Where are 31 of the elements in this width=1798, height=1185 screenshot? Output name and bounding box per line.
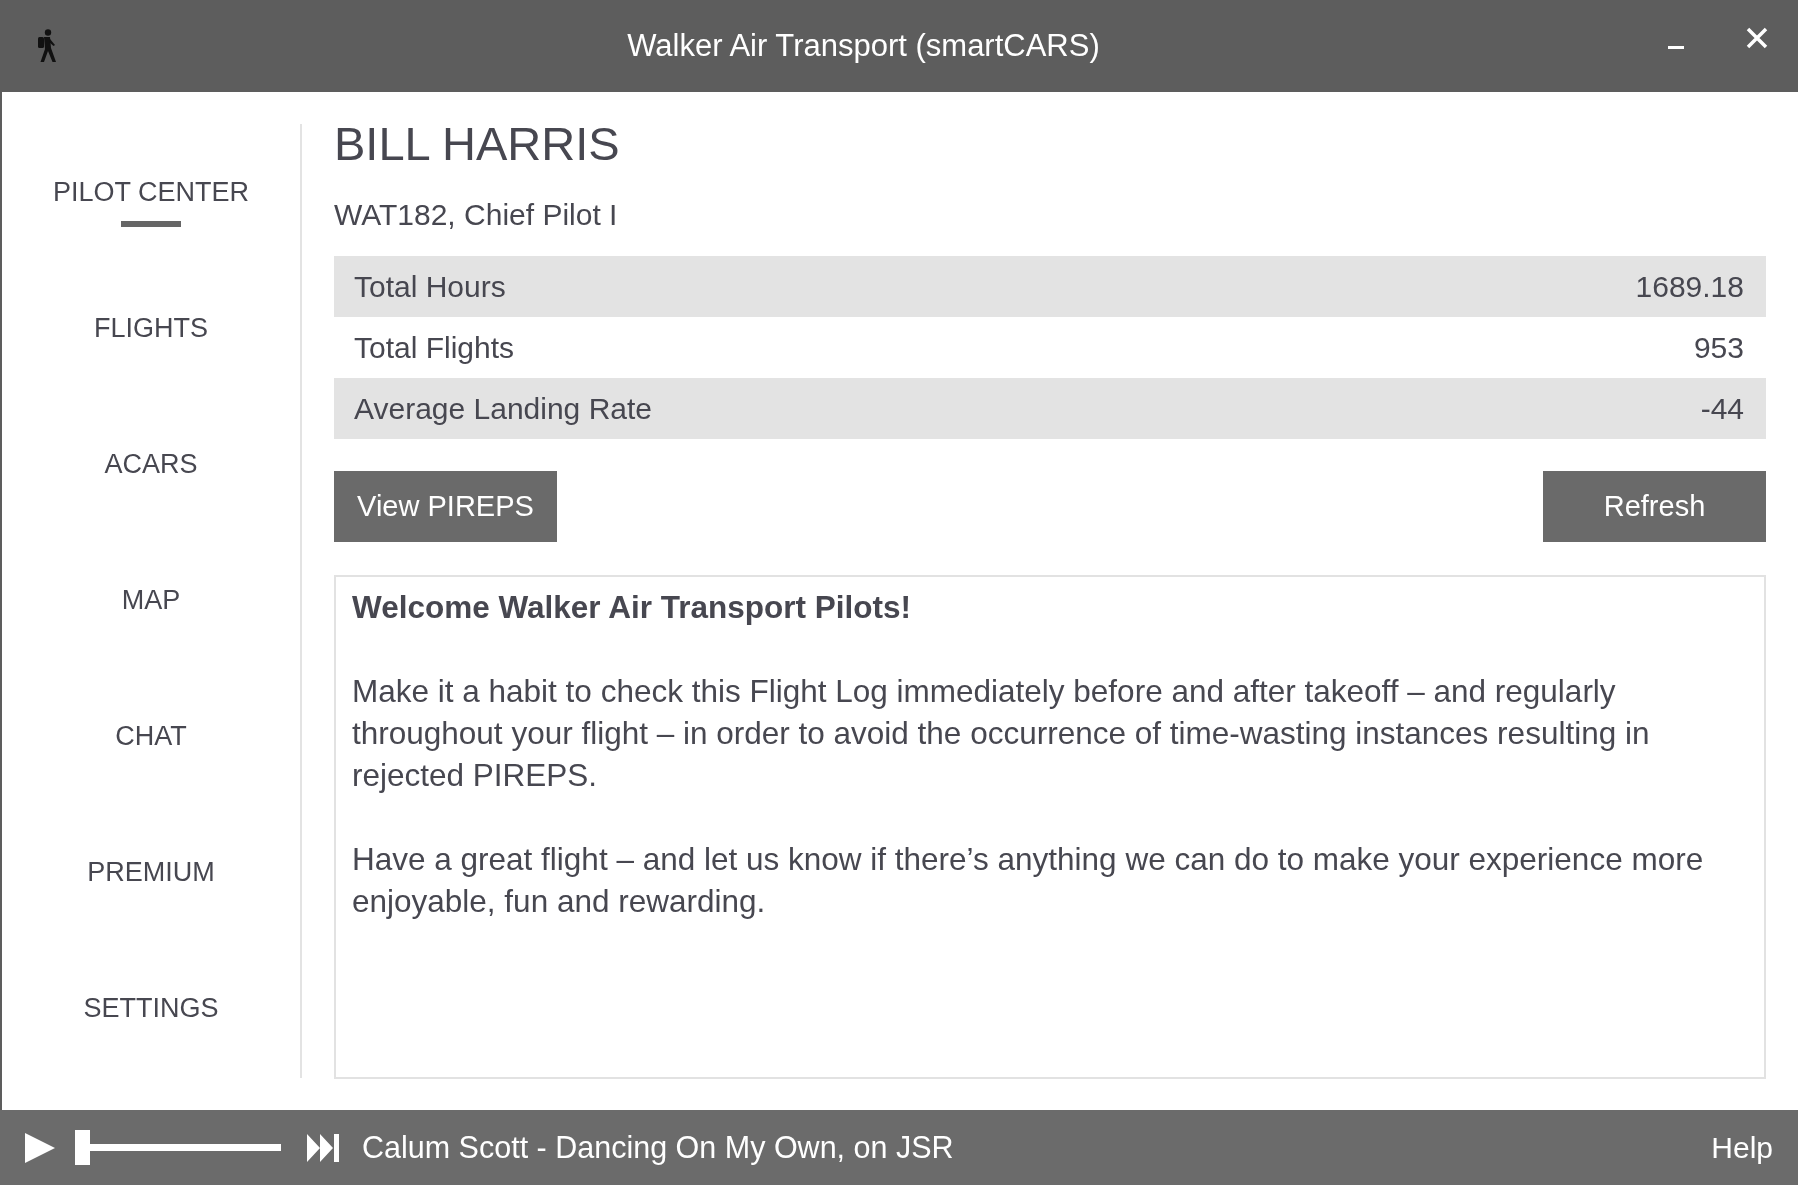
stat-label: Total Hours [354, 269, 506, 304]
play-button[interactable] [25, 1132, 55, 1163]
sidebar-item[interactable]: SETTINGS [83, 992, 219, 1024]
stat-value: 953 [1693, 330, 1744, 365]
play-icon [25, 1132, 55, 1163]
now-playing-text: Calum Scott - Dancing On My Own, on JSR [362, 1130, 954, 1165]
message-paragraph: Have a great flight – and let us know if there’s anything we can do to make your experience more enjoyable, fun and rewarding. [352, 840, 1705, 921]
close-icon [1746, 27, 1768, 49]
sidebar-item[interactable]: FLIGHTS [94, 312, 208, 344]
sidebar-item[interactable]: PREMIUM [87, 856, 215, 888]
help-link[interactable]: Help [1711, 1130, 1773, 1165]
close-button[interactable] [1746, 27, 1768, 49]
message-title: Welcome Walker Air Transport Pilots! [352, 588, 912, 627]
pilot-rank: WAT182, Chief Pilot I [334, 198, 618, 232]
message-paragraph: Make it a habit to check this Flight Log immediately before and after takeoff – and regularly throughout your flight – in order to avoid the occurrence of time-wasting instances resulting in rejected PIREPS. [352, 672, 1651, 795]
stat-value: 1689.18 [1635, 269, 1744, 304]
sidebar-item[interactable]: PILOT CENTER [52, 176, 249, 227]
skip-icon [307, 1133, 339, 1162]
minimize-icon [1668, 46, 1684, 49]
action-button[interactable]: Refresh [1543, 471, 1766, 542]
sidebar-item[interactable]: ACARS [104, 448, 198, 480]
slider-thumb[interactable] [75, 1130, 90, 1165]
skip-button[interactable] [307, 1133, 339, 1162]
stat-label: Total Flights [354, 330, 515, 365]
stat-label: Average Landing Rate [354, 391, 652, 426]
sidebar-item[interactable]: MAP [121, 584, 181, 616]
pilot-name: BILL HARRIS [334, 116, 620, 171]
sidebar-item[interactable]: CHAT [115, 720, 187, 752]
window-title: Walker Air Transport (smartCARS) [627, 28, 1100, 64]
action-button[interactable]: View PIREPS [334, 471, 557, 542]
stat-value: -44 [1700, 391, 1744, 426]
